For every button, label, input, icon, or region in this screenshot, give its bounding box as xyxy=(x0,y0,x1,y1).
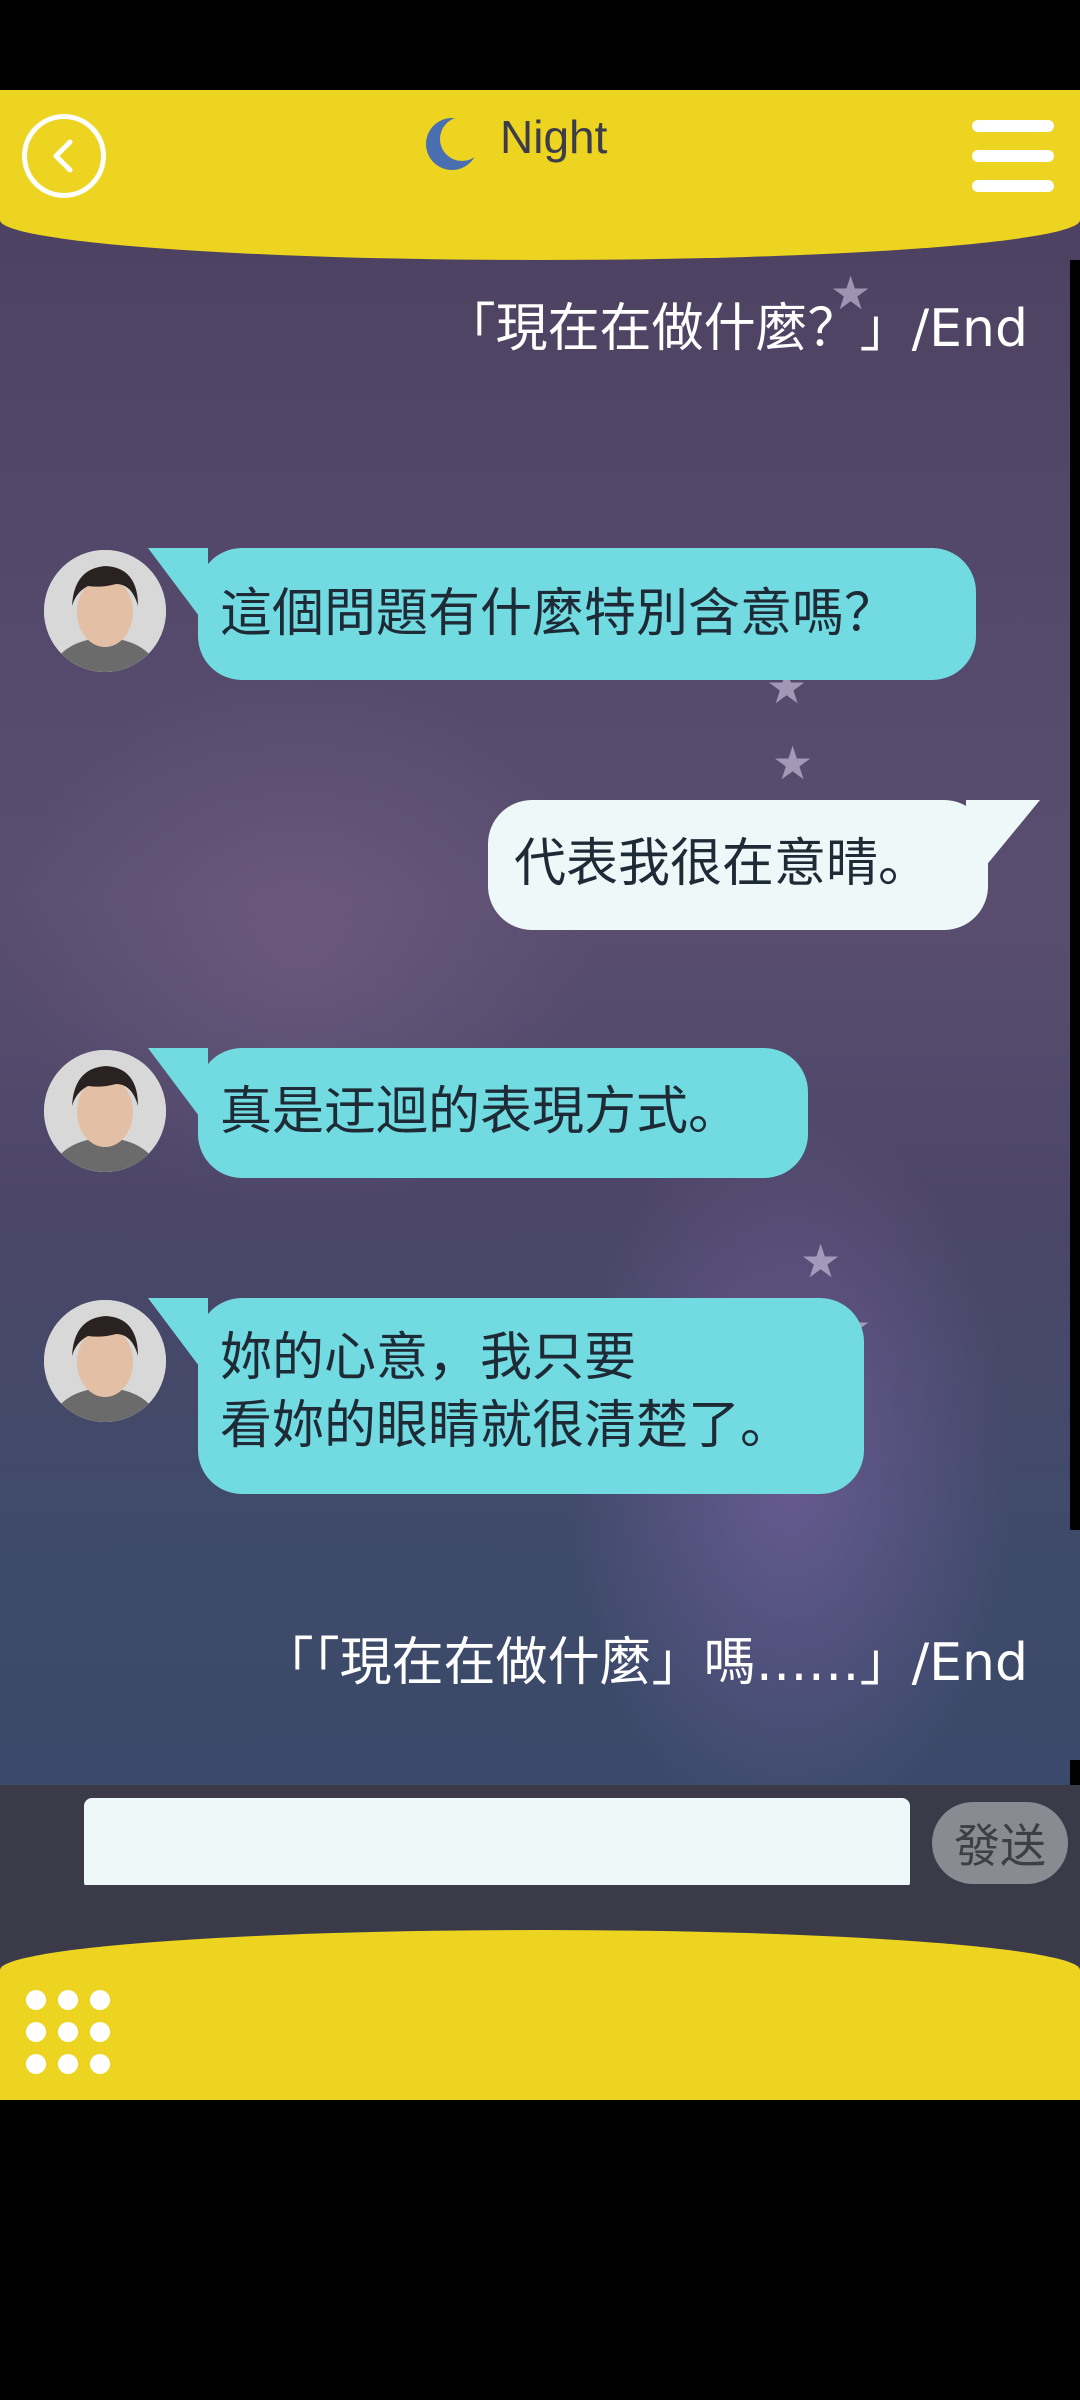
scroll-edge xyxy=(1070,260,1080,1530)
user-message-bubble: 代表我很在意晴。 xyxy=(488,800,988,930)
grid-dot xyxy=(90,2054,110,2074)
bot-message-bubble: 真是迂迴的表現方式。 xyxy=(198,1048,808,1178)
grid-dot xyxy=(58,2022,78,2042)
user-message-text: 「現在在做什麼？」/End xyxy=(443,299,1028,359)
grid-dot xyxy=(26,2022,46,2042)
message-line: 妳的心意，我只要 xyxy=(220,1328,637,1388)
chat-screen: ★ ★ ★ ★ ★ ★ Night 「現在在做什麼？」/End xyxy=(0,90,1080,2100)
grid-dot xyxy=(90,2022,110,2042)
grid-dot xyxy=(90,1990,110,2010)
star-decoration: ★ xyxy=(800,1234,842,1288)
bot-message-bubble: 這個問題有什麼特別含意嗎？ xyxy=(198,548,976,680)
crescent-moon-icon xyxy=(424,116,484,172)
grid-dot xyxy=(58,2054,78,2074)
message-line: 代表我很在意晴。 xyxy=(514,834,931,894)
grid-dot xyxy=(26,2054,46,2074)
message-line: 看妳的眼睛就很清楚了。 xyxy=(220,1396,793,1456)
back-button[interactable] xyxy=(22,114,106,198)
page-title: Night xyxy=(500,111,608,163)
menu-line xyxy=(972,150,1054,162)
bot-message-bubble: 妳的心意，我只要 看妳的眼睛就很清楚了。 xyxy=(198,1298,864,1494)
message-input[interactable] xyxy=(84,1798,910,1890)
menu-line xyxy=(972,180,1054,192)
message-line: 真是迂迴的表現方式。 xyxy=(220,1082,741,1142)
message-line: 這個問題有什麼特別含意嗎？ xyxy=(220,584,897,644)
header-bar: Night xyxy=(0,90,1080,260)
chevron-left-icon xyxy=(53,139,73,173)
grid-dot xyxy=(26,1990,46,2010)
hamburger-menu-button[interactable] xyxy=(972,120,1054,192)
send-button[interactable]: 發送 xyxy=(932,1802,1068,1884)
grid-dot xyxy=(58,1990,78,2010)
star-decoration: ★ xyxy=(772,736,814,790)
user-message-text: 「「現在在做什麼」嗎……」/End xyxy=(261,1633,1028,1693)
bubble-tail xyxy=(966,800,1040,890)
footer-bar xyxy=(0,1930,1080,2100)
menu-line xyxy=(972,120,1054,132)
grid-menu-button[interactable] xyxy=(26,1990,112,2076)
